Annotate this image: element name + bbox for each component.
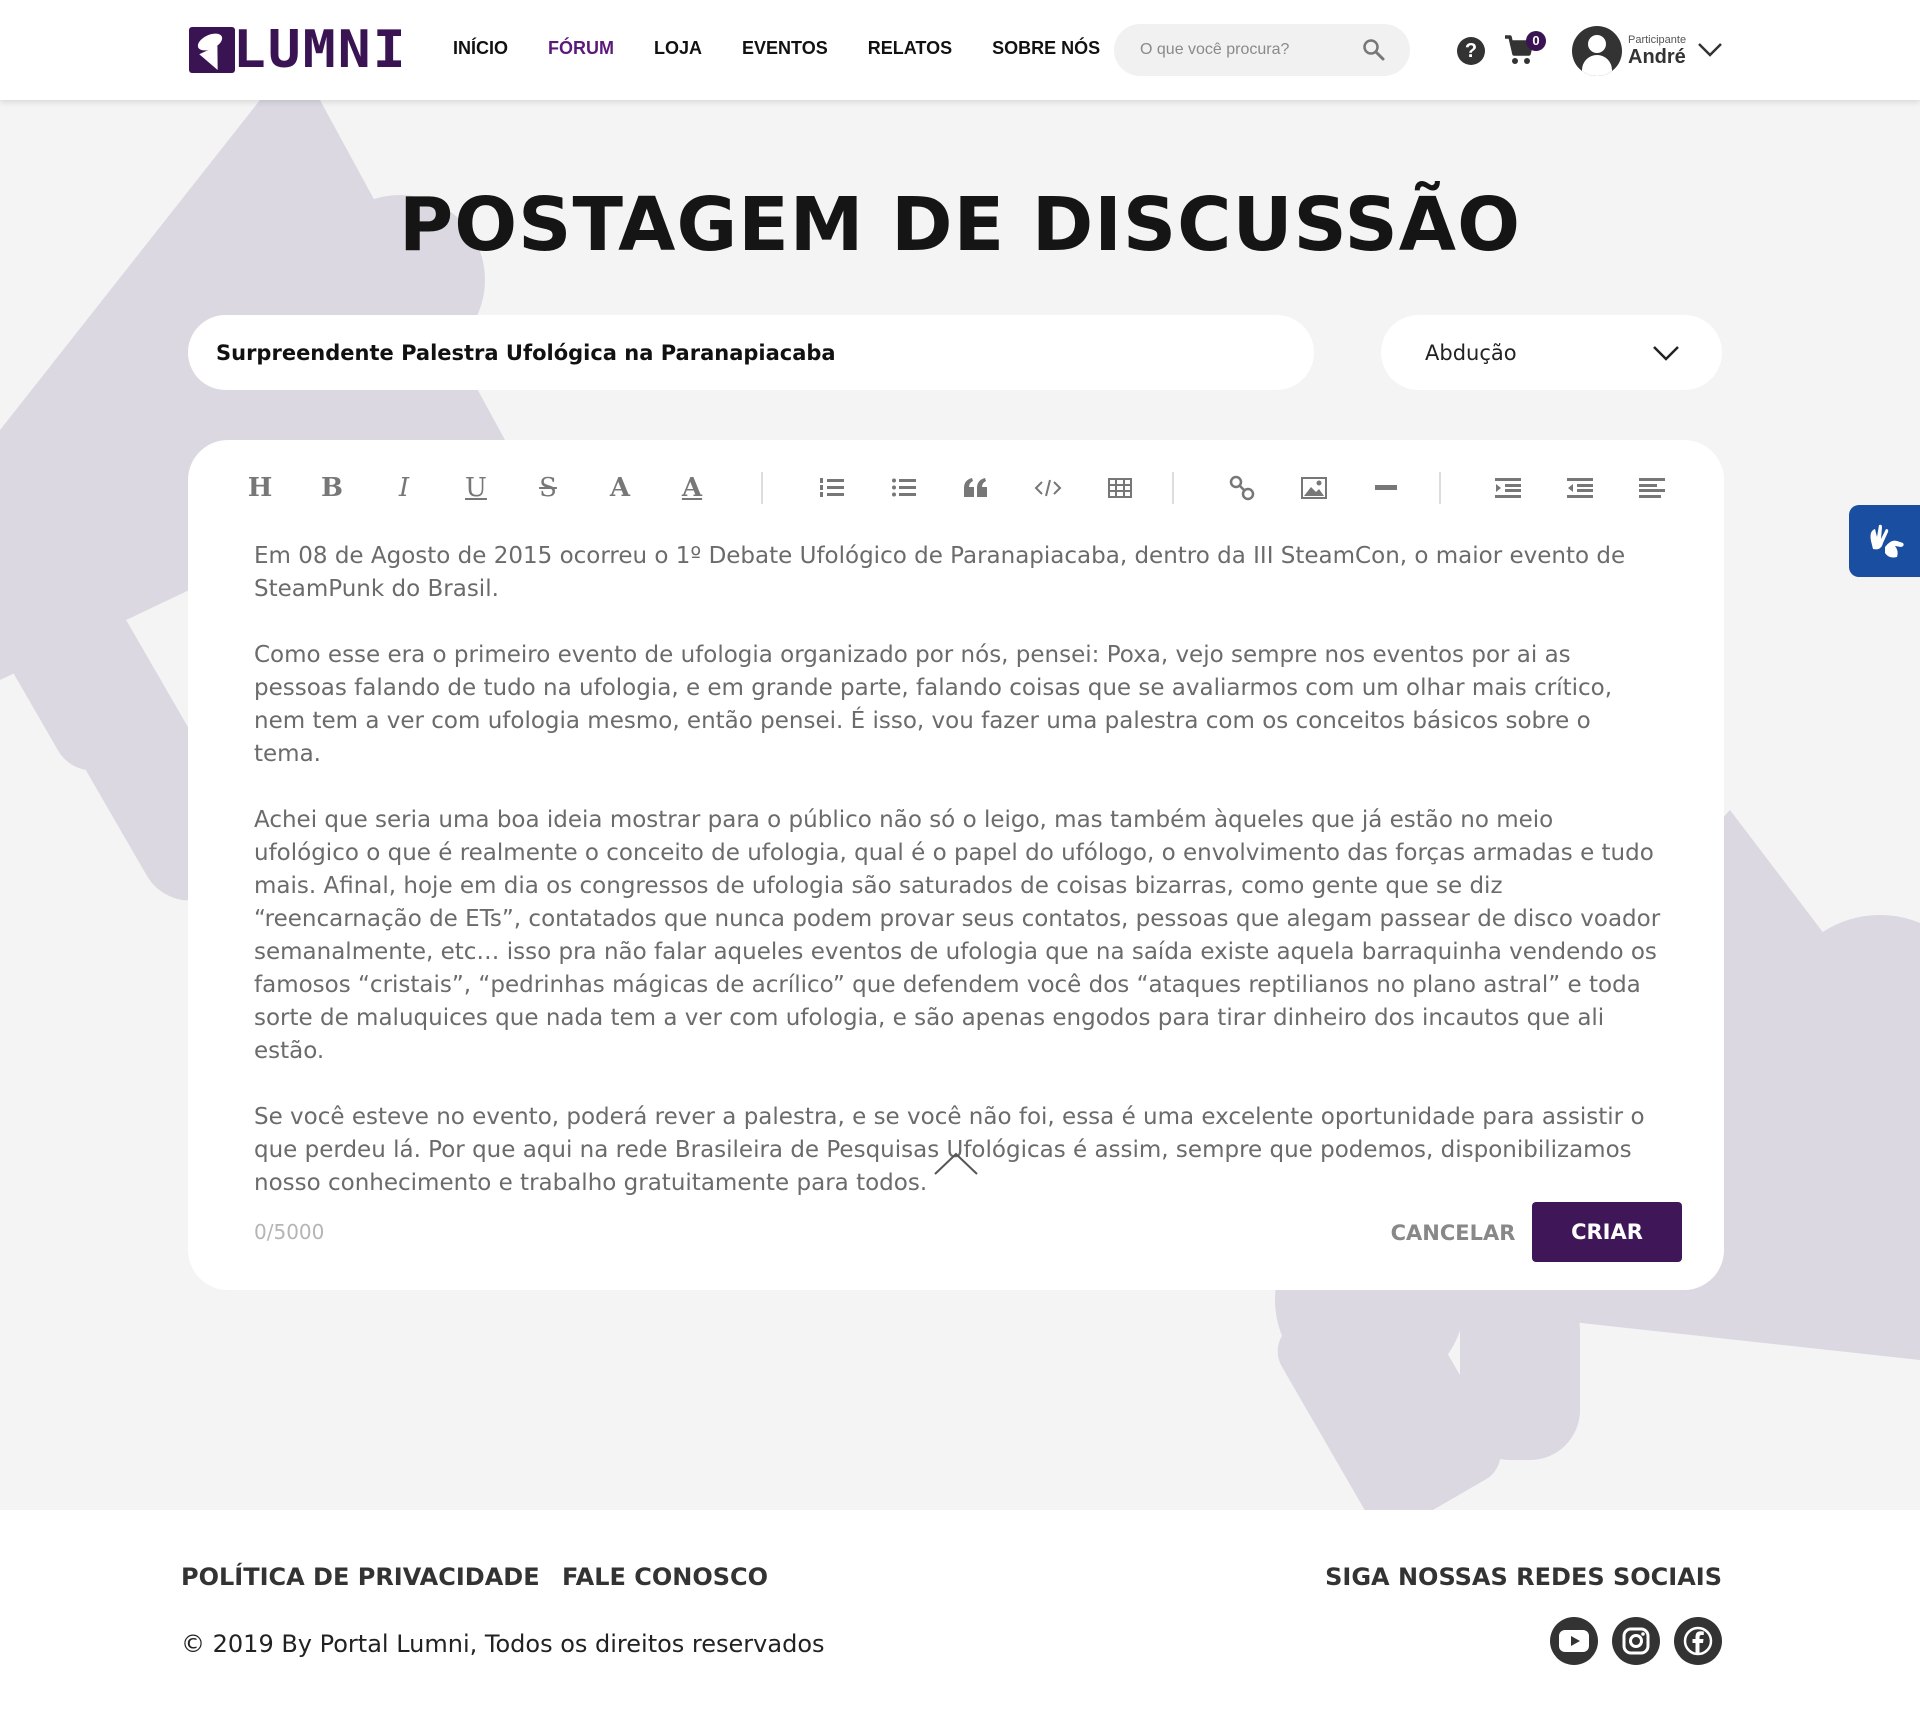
sign-language-hands-icon bbox=[1870, 524, 1904, 558]
quote-icon bbox=[964, 478, 987, 497]
indent-button[interactable] bbox=[1486, 466, 1530, 510]
copyright-text: © 2019 By Portal Lumni, Todos os direito… bbox=[181, 1630, 825, 1658]
ordered-list-icon bbox=[820, 478, 844, 497]
youtube-link[interactable] bbox=[1550, 1617, 1598, 1665]
cart-count-badge: 0 bbox=[1526, 31, 1546, 51]
nav-forum[interactable]: FÓRUM bbox=[548, 38, 614, 59]
main-nav: INÍCIO FÓRUM LOJA EVENTOS RELATOS SOBRE … bbox=[453, 38, 1140, 59]
image-icon bbox=[1301, 477, 1327, 499]
search-icon[interactable] bbox=[1362, 38, 1386, 62]
align-left-icon bbox=[1639, 478, 1665, 498]
font-button[interactable]: A bbox=[598, 466, 642, 510]
nav-relatos[interactable]: RELATOS bbox=[868, 38, 952, 59]
toolbar-divider bbox=[1172, 472, 1174, 504]
underline-button[interactable]: U bbox=[454, 466, 498, 510]
post-body-editor[interactable]: Em 08 de Agosto de 2015 ocorreu o 1º Deb… bbox=[254, 540, 1664, 1233]
image-button[interactable] bbox=[1292, 466, 1336, 510]
table-icon bbox=[1108, 478, 1132, 498]
align-left-button[interactable] bbox=[1630, 466, 1674, 510]
bullet-list-button[interactable] bbox=[882, 466, 926, 510]
horizontal-rule-button[interactable] bbox=[1364, 466, 1408, 510]
user-name: André bbox=[1628, 46, 1686, 68]
user-menu[interactable]: Participante André bbox=[1572, 26, 1722, 76]
italic-button[interactable]: I bbox=[382, 466, 426, 510]
category-select[interactable]: Abdução bbox=[1381, 315, 1722, 390]
search-input[interactable] bbox=[1140, 41, 1350, 59]
strikethrough-button[interactable]: S bbox=[526, 466, 570, 510]
body-paragraph: Como esse era o primeiro evento de ufolo… bbox=[254, 642, 1613, 767]
contact-link[interactable]: FALE CONOSCO bbox=[562, 1563, 768, 1591]
search-bar bbox=[1114, 24, 1410, 76]
site-header: LUMNI INÍCIO FÓRUM LOJA EVENTOS RELATOS … bbox=[0, 0, 1920, 100]
bold-button[interactable]: B bbox=[310, 466, 354, 510]
nav-sobre-nos[interactable]: SOBRE NÓS bbox=[992, 38, 1100, 59]
help-icon[interactable]: ? bbox=[1457, 37, 1485, 65]
post-editor: H B I U S A A Em 08 de Agosto de 2015 oc… bbox=[188, 440, 1724, 1290]
chevron-up-icon[interactable] bbox=[933, 1150, 979, 1176]
table-button[interactable] bbox=[1098, 466, 1142, 510]
quote-button[interactable] bbox=[954, 466, 998, 510]
instagram-icon bbox=[1622, 1627, 1650, 1655]
social-title: SIGA NOSSAS REDES SOCIAIS bbox=[1325, 1563, 1722, 1591]
ufo-logo-icon bbox=[189, 27, 235, 73]
cart-button[interactable]: 0 bbox=[1504, 31, 1546, 68]
avatar bbox=[1572, 26, 1622, 76]
link-button[interactable] bbox=[1220, 466, 1264, 510]
toolbar-divider bbox=[761, 472, 763, 504]
lumni-logo[interactable]: LUMNI bbox=[189, 24, 406, 76]
youtube-icon bbox=[1559, 1630, 1589, 1652]
code-button[interactable] bbox=[1026, 466, 1070, 510]
body-paragraph: Achei que seria uma boa ideia mostrar pa… bbox=[254, 807, 1661, 1064]
instagram-link[interactable] bbox=[1612, 1617, 1660, 1665]
post-title-value: Surpreendente Palestra Ufológica na Para… bbox=[216, 340, 836, 365]
chevron-down-icon[interactable] bbox=[1696, 36, 1724, 64]
site-footer bbox=[0, 1510, 1920, 1710]
facebook-link[interactable] bbox=[1674, 1617, 1722, 1665]
nav-inicio[interactable]: INÍCIO bbox=[453, 38, 508, 59]
create-button[interactable]: CRIAR bbox=[1532, 1202, 1682, 1262]
link-icon bbox=[1229, 475, 1255, 501]
nav-eventos[interactable]: EVENTOS bbox=[742, 38, 828, 59]
chevron-down-icon bbox=[1653, 346, 1679, 361]
font-color-button[interactable]: A bbox=[670, 466, 714, 510]
logo-text: LUMNI bbox=[232, 20, 408, 80]
category-value: Abdução bbox=[1425, 340, 1517, 365]
privacy-policy-link[interactable]: POLÍTICA DE PRIVACIDADE bbox=[181, 1563, 540, 1591]
bullet-list-icon bbox=[892, 478, 916, 497]
toolbar-divider bbox=[1439, 472, 1441, 504]
post-title-field[interactable]: Surpreendente Palestra Ufológica na Para… bbox=[188, 315, 1314, 390]
heading-button[interactable]: H bbox=[238, 466, 282, 510]
ordered-list-button[interactable] bbox=[810, 466, 854, 510]
editor-toolbar: H B I U S A A bbox=[248, 466, 1665, 510]
outdent-button[interactable] bbox=[1558, 466, 1602, 510]
horizontal-rule-icon bbox=[1375, 485, 1397, 490]
code-icon bbox=[1034, 479, 1062, 497]
user-role: Participante bbox=[1628, 34, 1687, 46]
sign-language-widget[interactable] bbox=[1849, 505, 1920, 577]
outdent-icon bbox=[1567, 478, 1593, 498]
nav-loja[interactable]: LOJA bbox=[654, 38, 702, 59]
cancel-button[interactable]: CANCELAR bbox=[1378, 1205, 1528, 1261]
page-title: POSTAGEM DE DISCUSSÃO bbox=[399, 182, 1521, 268]
char-counter: 0/5000 bbox=[254, 1220, 325, 1244]
body-paragraph: Em 08 de Agosto de 2015 ocorreu o 1º Deb… bbox=[254, 543, 1626, 602]
indent-icon bbox=[1495, 478, 1521, 498]
facebook-icon bbox=[1683, 1626, 1713, 1656]
